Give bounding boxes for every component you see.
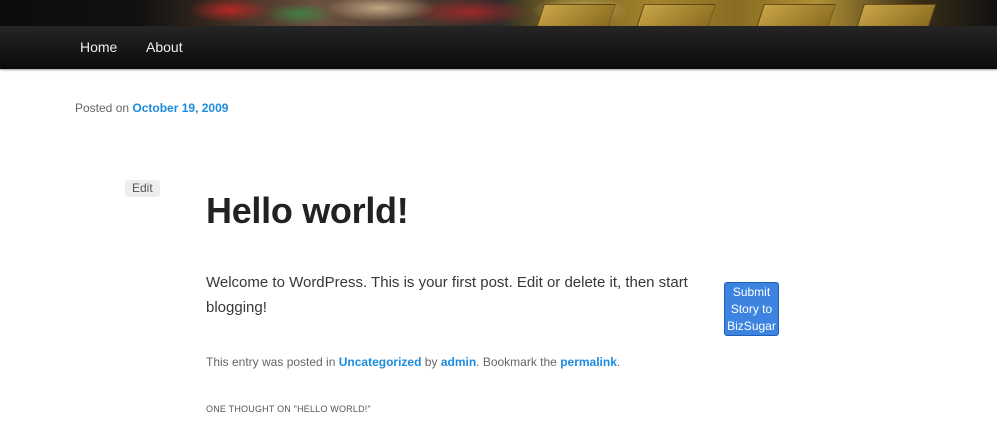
nav-item-about[interactable]: About bbox=[146, 26, 183, 69]
nav-item-home[interactable]: Home bbox=[80, 26, 117, 69]
header-image-tile bbox=[856, 4, 936, 28]
submit-to-bizsugar-button[interactable]: Submit Story to BizSugar bbox=[724, 282, 779, 336]
author-link[interactable]: admin bbox=[441, 355, 476, 369]
bizsugar-button-line: Story to bbox=[730, 302, 773, 316]
header-image-tile bbox=[756, 4, 836, 28]
post-content: Welcome to WordPress. This is your first… bbox=[206, 274, 688, 316]
meta-by: by bbox=[424, 355, 438, 369]
entry-meta: This entry was posted in Uncategorized b… bbox=[206, 355, 620, 369]
edit-post-button[interactable]: Edit bbox=[125, 180, 160, 197]
permalink-link[interactable]: permalink bbox=[560, 355, 617, 369]
bizsugar-button-line: Submit bbox=[732, 285, 771, 299]
posted-on-label: Posted on bbox=[75, 101, 130, 115]
header-image-tile bbox=[636, 4, 716, 28]
posted-on: Posted on October 19, 2009 bbox=[75, 101, 228, 115]
header-image bbox=[0, 0, 997, 28]
post-date-link[interactable]: October 19, 2009 bbox=[132, 101, 228, 115]
meta-bookmark: . Bookmark the bbox=[476, 355, 557, 369]
main-navigation: Home About bbox=[0, 26, 997, 69]
meta-prefix: This entry was posted in bbox=[206, 355, 336, 369]
meta-end: . bbox=[616, 355, 621, 369]
header-image-tile bbox=[536, 4, 616, 28]
bizsugar-button-line: BizSugar bbox=[727, 319, 776, 333]
page: Home About Posted on October 19, 2009 Ed… bbox=[0, 0, 997, 431]
comments-title: ONE THOUGHT ON "HELLO WORLD!" bbox=[206, 404, 371, 414]
post-title: Hello world! bbox=[206, 190, 409, 231]
category-link[interactable]: Uncategorized bbox=[339, 355, 422, 369]
